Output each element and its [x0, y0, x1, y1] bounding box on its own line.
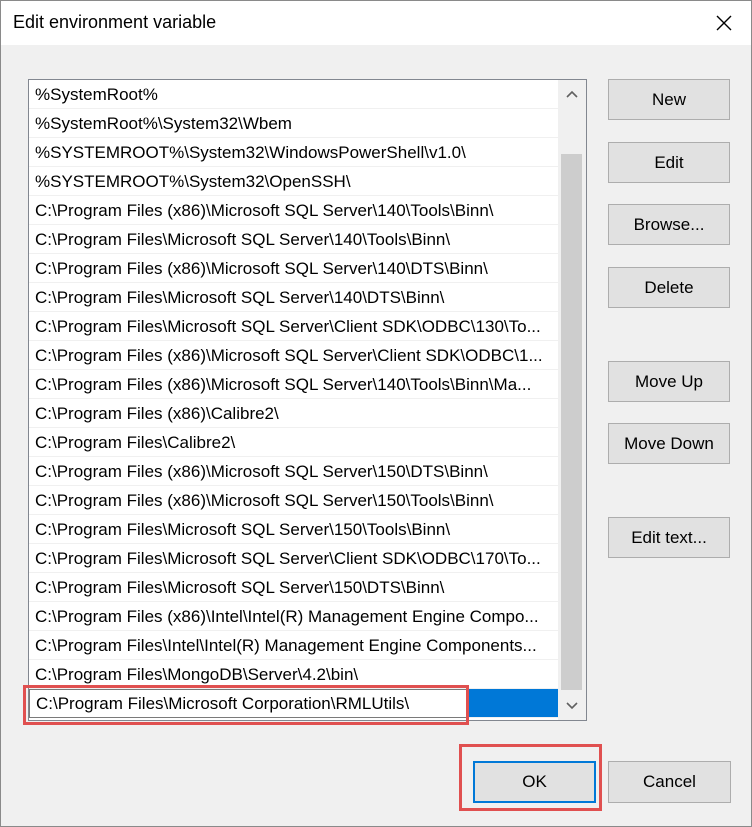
edit-environment-variable-dialog: Edit environment variable %SystemRoot% %… — [0, 0, 752, 827]
list-item[interactable]: C:\Program Files\Microsoft SQL Server\14… — [29, 225, 558, 254]
list-item[interactable]: C:\Program Files\Microsoft SQL Server\Cl… — [29, 544, 558, 573]
move-up-button[interactable]: Move Up — [608, 361, 730, 402]
vertical-scrollbar[interactable] — [558, 80, 586, 720]
move-down-button[interactable]: Move Down — [608, 423, 730, 464]
list-item[interactable]: C:\Program Files (x86)\Microsoft SQL Ser… — [29, 341, 558, 370]
list-item[interactable]: C:\Program Files\Microsoft SQL Server\15… — [29, 515, 558, 544]
scroll-up-button[interactable] — [558, 80, 586, 108]
new-button[interactable]: New — [608, 79, 730, 120]
close-icon — [716, 15, 732, 31]
list-item[interactable]: %SystemRoot%\System32\Wbem — [29, 109, 558, 138]
list-item[interactable]: C:\Program Files\Calibre2\ — [29, 428, 558, 457]
list-item[interactable]: C:\Program Files (x86)\Microsoft SQL Ser… — [29, 486, 558, 515]
list-item[interactable]: %SYSTEMROOT%\System32\WindowsPowerShell\… — [29, 138, 558, 167]
list-item[interactable]: C:\Program Files (x86)\Calibre2\ — [29, 399, 558, 428]
list-item[interactable]: C:\Program Files\Microsoft SQL Server\Cl… — [29, 312, 558, 341]
scrollbar-thumb[interactable] — [561, 154, 582, 690]
title-bar: Edit environment variable — [1, 1, 751, 45]
list-item[interactable]: %SYSTEMROOT%\System32\OpenSSH\ — [29, 167, 558, 196]
chevron-down-icon — [566, 702, 578, 710]
path-list-rows: %SystemRoot% %SystemRoot%\System32\Wbem … — [29, 80, 558, 718]
window-title: Edit environment variable — [13, 12, 217, 32]
list-item[interactable]: C:\Program Files\Microsoft SQL Server\14… — [29, 283, 558, 312]
path-edit-highlight-box — [23, 685, 469, 725]
list-item[interactable]: C:\Program Files (x86)\Intel\Intel(R) Ma… — [29, 602, 558, 631]
list-item[interactable]: C:\Program Files (x86)\Microsoft SQL Ser… — [29, 196, 558, 225]
ok-highlight-box — [459, 744, 602, 811]
edit-text-button[interactable]: Edit text... — [608, 517, 730, 558]
list-item[interactable]: C:\Program Files (x86)\Microsoft SQL Ser… — [29, 457, 558, 486]
browse-button[interactable]: Browse... — [608, 204, 730, 245]
close-button[interactable] — [697, 1, 751, 45]
list-item[interactable]: C:\Program Files (x86)\Microsoft SQL Ser… — [29, 370, 558, 399]
cancel-button[interactable]: Cancel — [608, 761, 731, 803]
delete-button[interactable]: Delete — [608, 267, 730, 308]
chevron-up-icon — [566, 90, 578, 98]
edit-button[interactable]: Edit — [608, 142, 730, 183]
list-item[interactable]: C:\Program Files (x86)\Microsoft SQL Ser… — [29, 254, 558, 283]
list-item[interactable]: %SystemRoot% — [29, 80, 558, 109]
list-item[interactable]: C:\Program Files\Intel\Intel(R) Manageme… — [29, 631, 558, 660]
scroll-down-button[interactable] — [558, 692, 586, 720]
path-list[interactable]: %SystemRoot% %SystemRoot%\System32\Wbem … — [28, 79, 587, 721]
list-item[interactable]: C:\Program Files\Microsoft SQL Server\15… — [29, 573, 558, 602]
